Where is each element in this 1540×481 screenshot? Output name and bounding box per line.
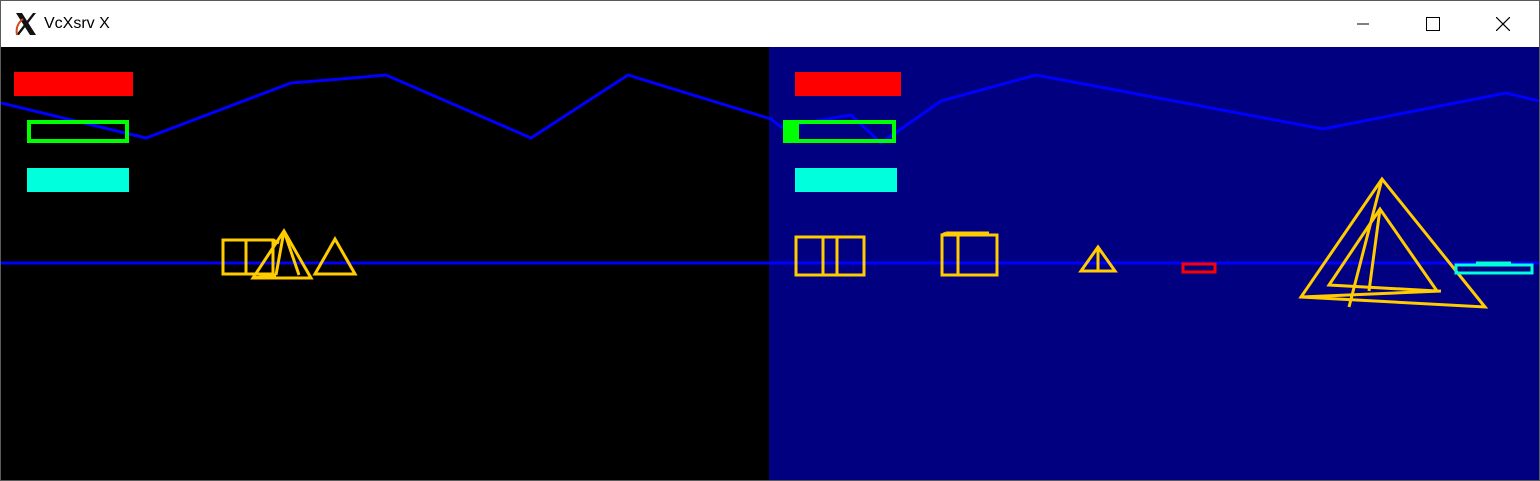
vcxsrv-window: VcXsrv X [0, 0, 1540, 481]
minimize-icon [1357, 23, 1369, 25]
window-title: VcXsrv X [44, 15, 110, 32]
hud-cyan-bar-right [795, 168, 897, 192]
hud-cyan-bar-left [27, 168, 129, 192]
maximize-button[interactable] [1398, 1, 1468, 47]
x-logo-icon [15, 13, 36, 36]
close-button[interactable] [1468, 1, 1538, 47]
title-bar[interactable]: VcXsrv X [1, 1, 1539, 47]
close-icon [1496, 17, 1510, 31]
hud-red-bar-left [14, 72, 133, 96]
hud-green-fill-right [783, 120, 799, 143]
minimize-button[interactable] [1328, 1, 1398, 47]
hud-red-bar-right [795, 72, 901, 96]
maximize-icon [1426, 17, 1440, 31]
game-viewport[interactable] [1, 47, 1539, 480]
